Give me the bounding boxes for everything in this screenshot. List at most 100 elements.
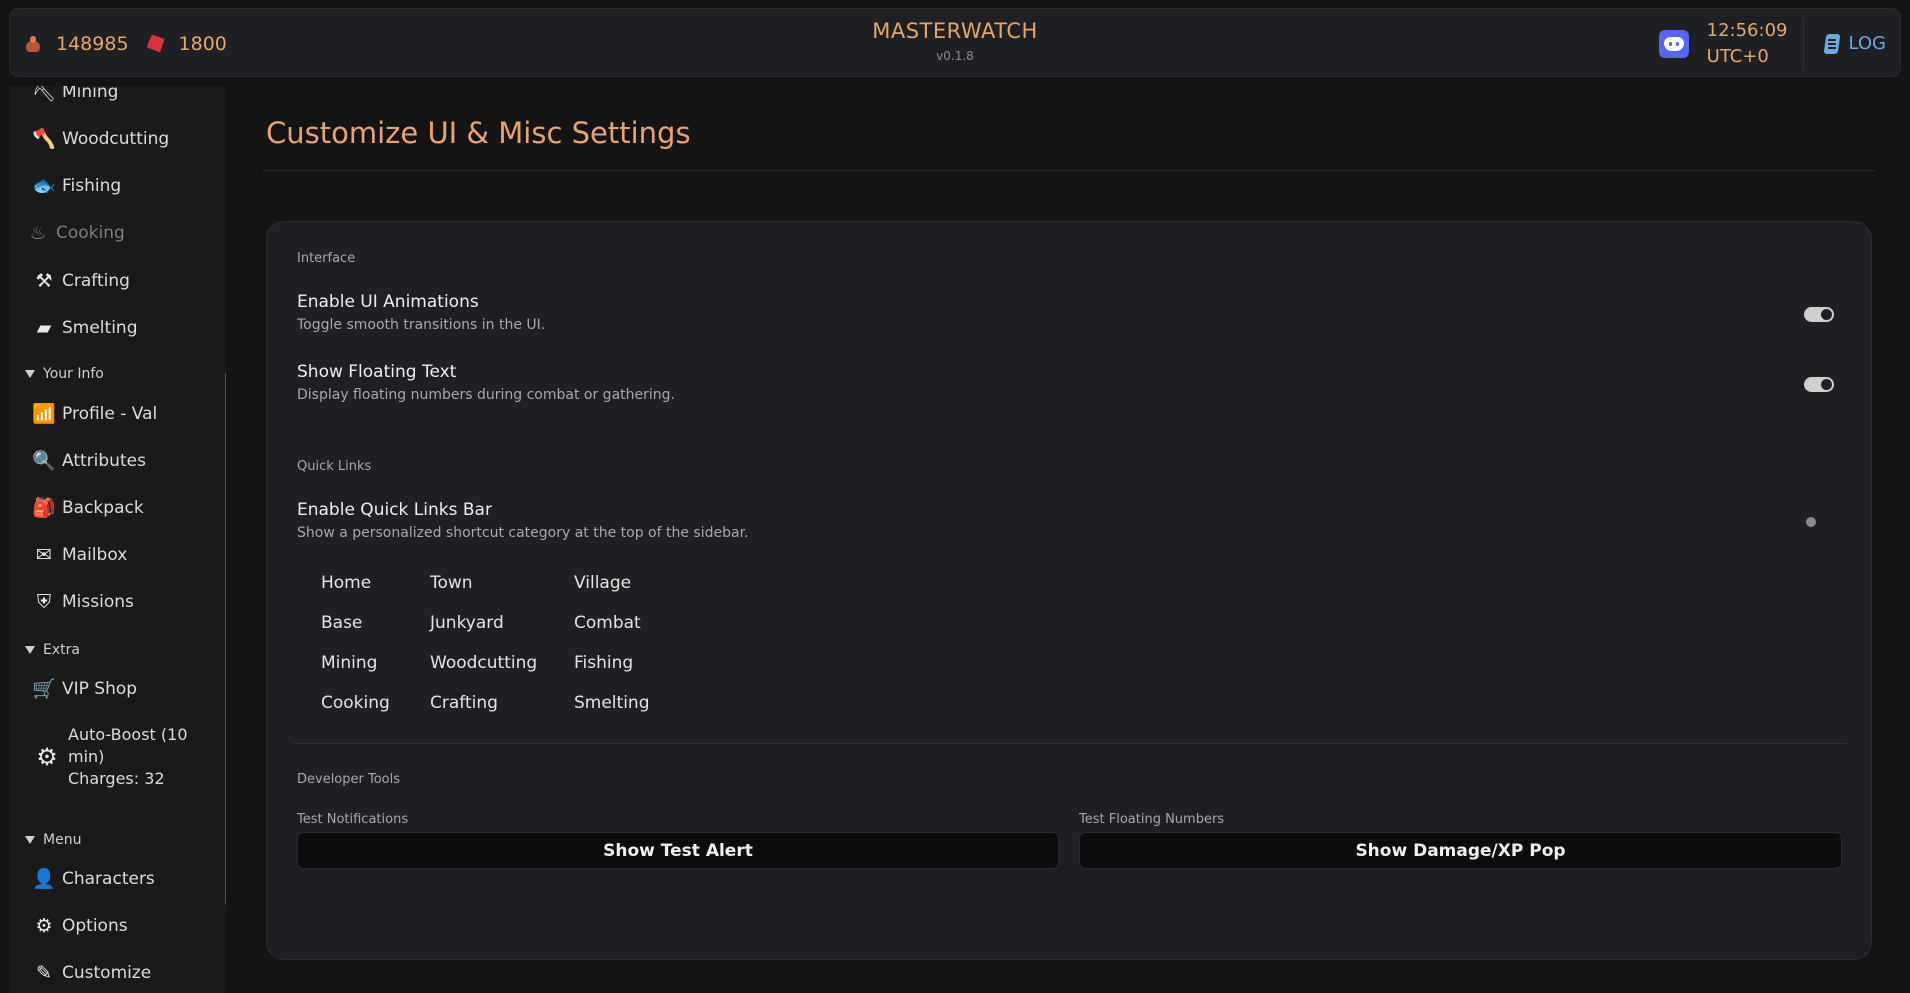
show-damage-xp-pop-button[interactable]: Show Damage/XP Pop <box>1079 832 1842 869</box>
section-label-quick-links: Quick Links <box>297 459 372 474</box>
quick-links-toggle[interactable] <box>1804 515 1834 530</box>
gear-icon: ⚙ <box>35 914 53 937</box>
sidebar-item-label: Customize <box>62 963 152 983</box>
sidebar-item-backpack[interactable]: 🎒 Backpack <box>32 493 144 523</box>
sidebar-item-label: Crafting <box>62 271 130 291</box>
setting-desc-floating-text: Display floating numbers during combat o… <box>297 387 675 403</box>
quick-link-combat[interactable]: Combat <box>574 613 641 633</box>
sidebar-item-woodcutting[interactable]: 🪓 Woodcutting <box>32 124 169 154</box>
sidebar-item-label: Attributes <box>62 451 146 471</box>
collapse-triangle-icon <box>25 370 35 378</box>
sidebar-item-label: Backpack <box>62 498 144 518</box>
quick-link-base[interactable]: Base <box>321 613 362 633</box>
character-icon: 👤 <box>32 867 56 890</box>
page-title: Customize UI & Misc Settings <box>266 116 691 150</box>
sidebar-item-crafting[interactable]: ⚒ Crafting <box>32 266 130 296</box>
quick-link-smelting[interactable]: Smelting <box>574 693 650 713</box>
log-button[interactable]: LOG <box>1822 32 1886 56</box>
woodcutting-icon: 🪓 <box>32 127 56 150</box>
quick-link-crafting[interactable]: Crafting <box>430 693 498 713</box>
sidebar-scrollbar[interactable] <box>225 371 226 907</box>
sidebar-section-extra[interactable]: Extra <box>25 642 80 658</box>
quick-link-fishing[interactable]: Fishing <box>574 653 633 673</box>
scroll-icon <box>1822 32 1842 56</box>
sidebar-item-label: Mailbox <box>62 545 128 565</box>
floating-text-toggle[interactable] <box>1804 377 1834 392</box>
sidebar-item-label: Woodcutting <box>62 129 170 149</box>
setting-title-ui-animations: Enable UI Animations <box>297 292 479 312</box>
quick-link-town[interactable]: Town <box>430 573 473 593</box>
clock-time: 12:56:09 <box>1706 19 1788 41</box>
cart-icon: 🛒 <box>32 677 56 700</box>
sidebar-item-customize[interactable]: ✎ Customize <box>32 958 151 988</box>
customize-icon: ✎ <box>36 961 52 984</box>
show-test-alert-button[interactable]: Show Test Alert <box>297 832 1059 869</box>
topbar-divider <box>1803 17 1805 70</box>
setting-desc-ui-animations: Toggle smooth transitions in the UI. <box>297 317 546 333</box>
attributes-icon: 🔍 <box>32 449 56 472</box>
sidebar-item-label: Profile - Val <box>62 404 158 424</box>
section-title: Extra <box>43 642 80 658</box>
quick-link-junkyard[interactable]: Junkyard <box>430 613 504 633</box>
discord-icon[interactable] <box>1658 29 1689 58</box>
setting-desc-quick-links: Show a personalized shortcut category at… <box>297 525 749 541</box>
sidebar-item-smelting[interactable]: ▰ Smelting <box>32 313 138 343</box>
section-title: Your Info <box>43 366 104 382</box>
sidebar-item-fishing[interactable]: 🐟 Fishing <box>32 171 121 201</box>
crafting-icon: ⚒ <box>35 269 53 292</box>
sidebar-item-mining[interactable]: ⛏ Mining <box>32 86 119 107</box>
sidebar-item-vip-shop[interactable]: 🛒 VIP Shop <box>32 674 137 704</box>
currency-display: 148985 1800 <box>24 9 227 78</box>
brand: MASTERWATCH v0.1.8 <box>872 19 1038 63</box>
sidebar-item-label: VIP Shop <box>62 679 138 699</box>
app-title: MASTERWATCH <box>872 19 1038 43</box>
test-notifications-label: Test Notifications <box>297 812 409 827</box>
quick-link-cooking[interactable]: Cooking <box>321 693 390 713</box>
top-bar: 148985 1800 MASTERWATCH v0.1.8 12:56:09 … <box>9 8 1901 77</box>
missions-icon: ⛨ <box>36 590 52 613</box>
backpack-icon: 🎒 <box>32 496 56 519</box>
sidebar-item-attributes[interactable]: 🔍 Attributes <box>32 446 146 476</box>
quick-link-home[interactable]: Home <box>321 573 371 593</box>
sidebar-item-profile[interactable]: 📶 Profile - Val <box>32 399 157 429</box>
collapse-triangle-icon <box>25 836 35 844</box>
profile-icon: 📶 <box>32 402 56 425</box>
section-label-dev-tools: Developer Tools <box>297 772 401 787</box>
autoboost-text: Auto-Boost (10 min) Charges: 32 <box>68 724 198 790</box>
quick-link-village[interactable]: Village <box>574 573 631 593</box>
clock-timezone: UTC+0 <box>1706 45 1769 67</box>
sidebar-item-label: Missions <box>62 592 134 612</box>
section-label-interface: Interface <box>297 251 356 266</box>
sidebar-item-label: Options <box>62 916 128 936</box>
coins-icon <box>24 35 42 53</box>
smelting-icon: ▰ <box>36 316 52 339</box>
sidebar-item-options[interactable]: ⚙ Options <box>32 911 128 941</box>
quick-link-mining[interactable]: Mining <box>321 653 377 673</box>
setting-title-quick-links: Enable Quick Links Bar <box>297 500 492 520</box>
sidebar-item-cooking[interactable]: ♨ Cooking <box>26 218 124 248</box>
cooking-icon: ♨ <box>29 221 47 244</box>
sidebar-section-menu[interactable]: Menu <box>25 832 81 848</box>
ui-animations-toggle[interactable] <box>1804 307 1834 322</box>
section-title: Menu <box>43 832 82 848</box>
app-version: v0.1.8 <box>936 49 974 63</box>
section-divider <box>293 743 1847 744</box>
quick-link-woodcutting[interactable]: Woodcutting <box>430 653 537 673</box>
gems-value: 1800 <box>178 32 227 55</box>
sidebar-section-your-info[interactable]: Your Info <box>25 366 104 382</box>
sidebar-item-label: Smelting <box>62 318 138 338</box>
settings-card: Interface Enable UI Animations Toggle sm… <box>266 221 1872 960</box>
sidebar-item-characters[interactable]: 👤 Characters <box>32 864 155 894</box>
sidebar-item-autoboost[interactable]: ⚙ Auto-Boost (10 min) Charges: 32 <box>32 724 198 790</box>
server-clock: 12:56:09 UTC+0 <box>1707 18 1788 70</box>
sidebar-item-missions[interactable]: ⛨ Missions <box>32 587 134 617</box>
sidebar-item-mailbox[interactable]: ✉ Mailbox <box>32 540 127 570</box>
gems-display: 1800 <box>146 32 227 55</box>
main-content: Customize UI & Misc Settings Interface E… <box>238 86 1901 993</box>
coins-value: 148985 <box>56 32 129 55</box>
test-floating-numbers-label: Test Floating Numbers <box>1079 812 1225 827</box>
autoboost-icon: ⚙ <box>36 743 58 771</box>
title-divider <box>262 170 1876 171</box>
sidebar-item-label: Mining <box>62 86 119 102</box>
log-label: LOG <box>1848 33 1886 54</box>
